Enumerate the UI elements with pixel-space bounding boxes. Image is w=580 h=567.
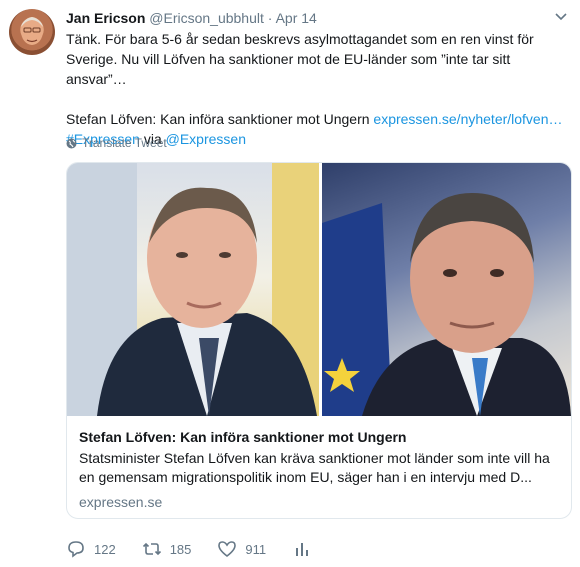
card-title[interactable]: Stefan Löfven: Kan införa sanktioner mot… [79,428,559,446]
globe-icon [66,138,77,148]
analytics-icon [296,543,309,556]
tweet: Jan Ericson @Ericson_ubbhult · Apr 14 Tä… [0,0,580,567]
mention-link[interactable]: @Expressen [166,131,246,147]
tweet-text: Tänk. För bara 5-6 år sedan beskrevs asy… [66,29,566,149]
reply-button[interactable]: 122 [66,539,116,559]
translate-tweet[interactable]: Translate Tweet [66,136,167,150]
retweet-icon [142,542,161,556]
translate-label: Translate Tweet [82,136,167,150]
reply-icon [68,541,84,558]
card-domain: expressen.se [79,494,163,510]
chevron-down-icon[interactable] [554,10,568,24]
tweet-date[interactable]: Apr 14 [276,10,317,26]
avatar-face-icon [21,17,43,45]
retweet-button[interactable]: 185 [142,539,192,559]
heart-icon [218,541,237,558]
portrait-image [67,163,319,416]
tweet-headline-text: Stefan Löfven: Kan införa sanktioner mot… [66,111,374,127]
card-description: Statsminister Stefan Löfven kan kräva sa… [79,450,550,485]
avatar[interactable] [9,9,55,55]
tweet-main-text: Tänk. För bara 5-6 år sedan beskrevs asy… [66,31,538,87]
card-image-lofven [67,163,319,416]
tweet-actions: 122 185 911 [66,539,338,559]
link-card[interactable]: Stefan Löfven: Kan införa sanktioner mot… [66,162,572,519]
analytics-button[interactable] [292,539,312,559]
tweet-url-link[interactable]: expressen.se/nyheter/lofven… [373,111,562,127]
card-images [67,163,571,416]
tweet-header: Jan Ericson @Ericson_ubbhult · Apr 14 [66,9,317,27]
reply-count: 122 [94,541,116,557]
separator-dot: · [267,10,273,26]
like-button[interactable]: 911 [217,539,266,559]
author-name[interactable]: Jan Ericson [66,10,145,26]
portrait-image [322,193,571,416]
card-body: Stefan Löfven: Kan införa sanktioner mot… [67,416,571,510]
like-count: 911 [245,541,267,557]
card-image-orban [322,163,571,416]
retweet-count: 185 [169,541,192,557]
author-handle[interactable]: @Ericson_ubbhult [149,10,264,26]
